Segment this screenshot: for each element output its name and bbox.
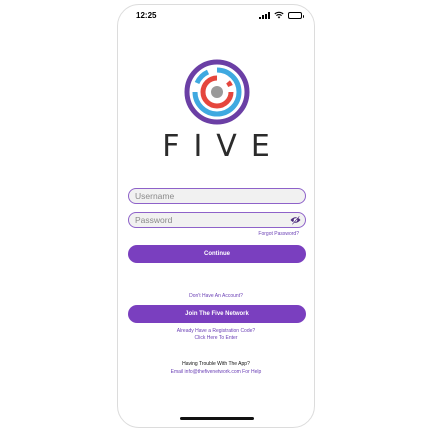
password-input[interactable] — [128, 212, 306, 228]
eye-slash-icon[interactable] — [290, 215, 301, 225]
no-account-text: Don't Have An Account? — [189, 293, 243, 299]
brand-name: FIVE — [162, 129, 284, 164]
signal-icon — [259, 11, 270, 19]
home-indicator — [180, 417, 254, 420]
status-time: 12:25 — [136, 11, 157, 20]
forgot-password-link[interactable]: Forgot Password? — [258, 231, 299, 237]
wifi-icon — [274, 11, 284, 19]
email-help-link[interactable]: Email info@thefivenetwork.com For Help — [118, 369, 314, 376]
five-network-logo — [184, 59, 250, 125]
battery-icon — [288, 11, 304, 19]
username-input[interactable] — [128, 188, 306, 204]
status-icons — [259, 11, 304, 19]
status-bar: 12:25 — [118, 5, 314, 27]
join-network-button[interactable]: Join The Five Network — [128, 305, 306, 323]
registration-code-link[interactable]: Already Have a Registration Code? Click … — [118, 328, 314, 342]
continue-button[interactable]: Continue — [128, 245, 306, 263]
phone-frame: 12:25 FIVE Forgot P — [117, 4, 315, 428]
registration-code-line1[interactable]: Already Have a Registration Code? — [118, 328, 314, 335]
registration-code-line2[interactable]: Click Here To Enter — [118, 335, 314, 342]
trouble-text: Having Trouble With The App? — [182, 361, 250, 367]
